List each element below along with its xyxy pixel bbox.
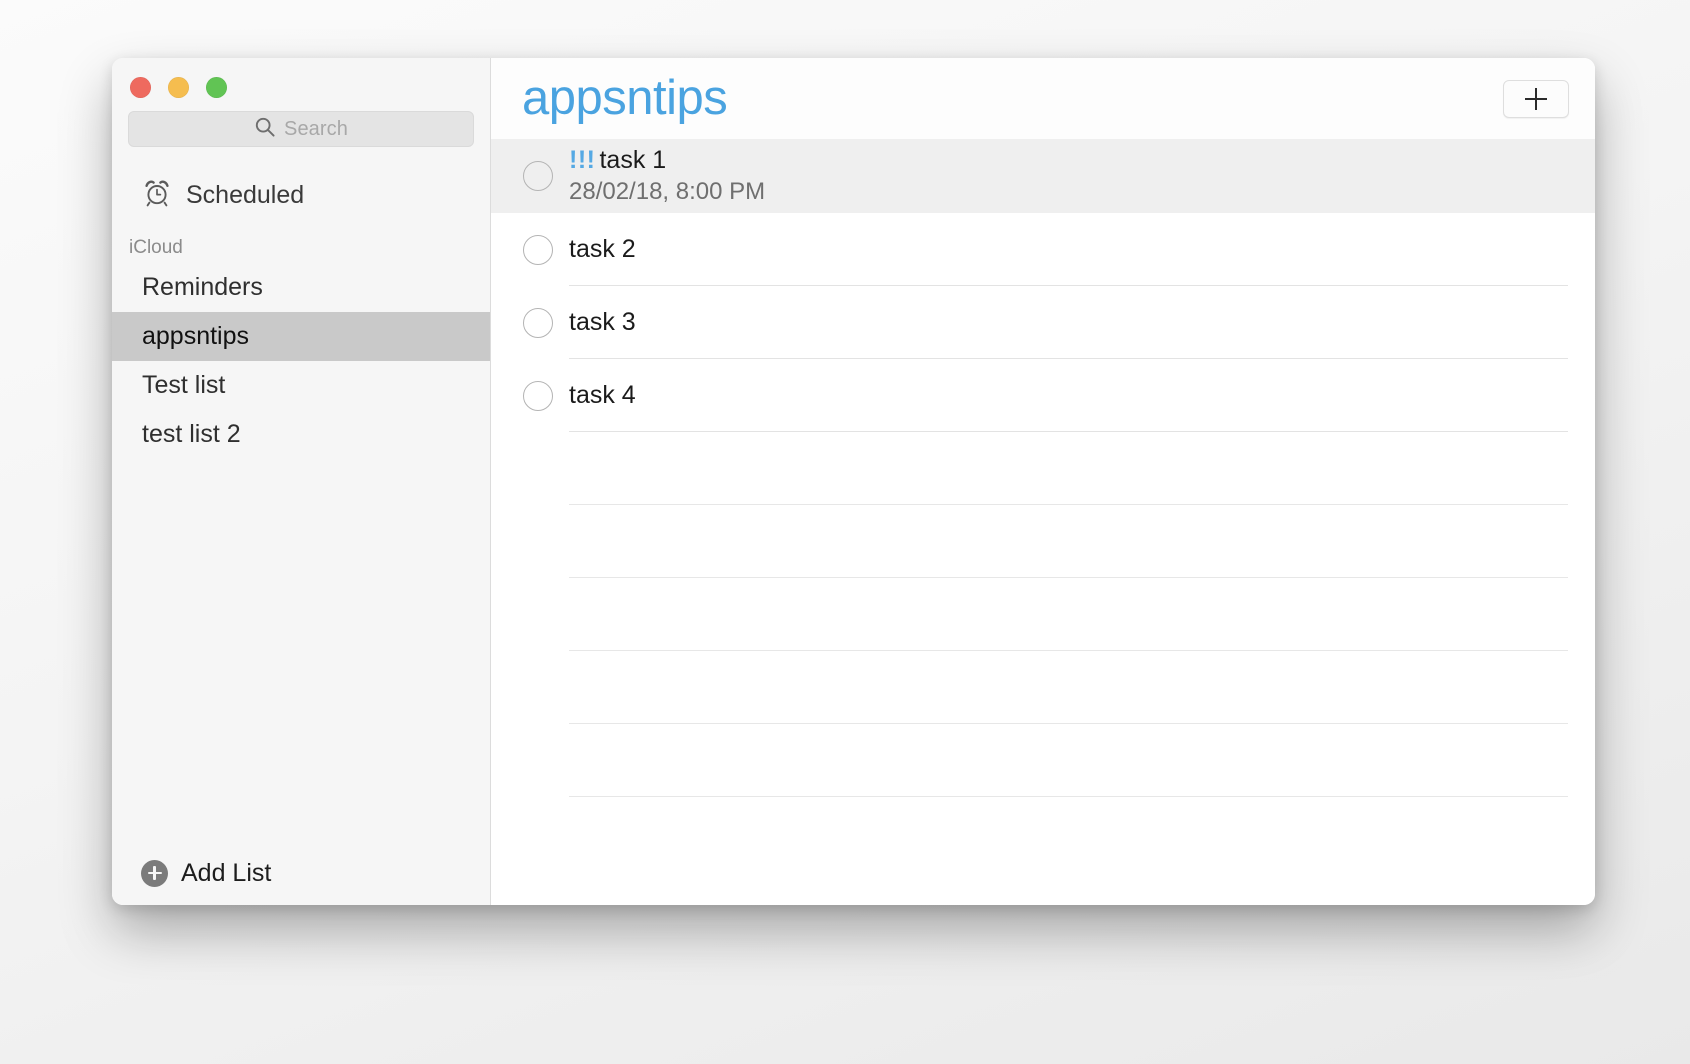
sidebar-item-scheduled[interactable]: Scheduled xyxy=(112,169,490,221)
reminder-title: task 4 xyxy=(569,381,636,410)
sidebar-item-label: Reminders xyxy=(142,273,263,302)
plus-icon xyxy=(1525,88,1547,110)
search-input[interactable]: Search xyxy=(128,111,474,147)
content-header: appsntips xyxy=(491,58,1595,139)
zoom-button[interactable] xyxy=(206,77,227,98)
reminder-checkbox[interactable] xyxy=(523,308,553,338)
reminder-checkbox[interactable] xyxy=(523,381,553,411)
reminder-due-date: 28/02/18, 8:00 PM xyxy=(569,178,765,206)
add-list-button[interactable]: Add List xyxy=(112,841,490,905)
empty-reminder-row[interactable] xyxy=(491,578,1595,651)
reminder-title: task 3 xyxy=(569,308,636,337)
reminder-row[interactable]: !!!task 1 28/02/18, 8:00 PM xyxy=(491,139,1595,213)
empty-reminder-row[interactable] xyxy=(491,724,1595,797)
sidebar-group-header: iCloud xyxy=(112,221,490,263)
reminder-list: !!!task 1 28/02/18, 8:00 PM task 2 task … xyxy=(491,139,1595,905)
sidebar-item-label: Test list xyxy=(142,371,225,400)
reminder-row[interactable]: task 2 xyxy=(491,213,1595,286)
sidebar-item-test-list-2[interactable]: test list 2 xyxy=(112,410,490,459)
reminder-row[interactable]: task 3 xyxy=(491,286,1595,359)
reminder-checkbox[interactable] xyxy=(523,235,553,265)
close-button[interactable] xyxy=(130,77,151,98)
reminder-title-line: !!!task 1 xyxy=(569,146,765,175)
reminder-title: task 2 xyxy=(569,235,636,264)
empty-reminder-row[interactable] xyxy=(491,651,1595,724)
add-reminder-button[interactable] xyxy=(1503,80,1569,118)
priority-badge: !!! xyxy=(569,146,595,174)
minimize-button[interactable] xyxy=(168,77,189,98)
window-controls xyxy=(112,58,490,102)
search-icon xyxy=(254,116,276,143)
empty-reminder-row[interactable] xyxy=(491,432,1595,505)
reminder-texts: !!!task 1 28/02/18, 8:00 PM xyxy=(569,146,765,205)
sidebar: Search Scheduled iCloud xyxy=(112,58,491,905)
sidebar-item-appsntips[interactable]: appsntips xyxy=(112,312,490,361)
sidebar-item-label: Scheduled xyxy=(186,181,304,210)
sidebar-item-label: appsntips xyxy=(142,322,249,351)
empty-reminder-row[interactable] xyxy=(491,505,1595,578)
page-title: appsntips xyxy=(522,74,727,123)
reminders-window: Search Scheduled iCloud xyxy=(112,58,1595,905)
reminder-title: task 1 xyxy=(599,146,666,174)
sidebar-item-label: test list 2 xyxy=(142,420,241,449)
search-container: Search xyxy=(112,102,490,147)
sidebar-list: Scheduled iCloud Reminders appsntips Tes… xyxy=(112,147,490,841)
reminder-row[interactable]: task 4 xyxy=(491,359,1595,432)
sidebar-item-reminders[interactable]: Reminders xyxy=(112,263,490,312)
reminder-checkbox[interactable] xyxy=(523,161,553,191)
search-placeholder: Search xyxy=(284,118,348,141)
alarm-clock-icon xyxy=(142,178,172,213)
add-list-label: Add List xyxy=(181,859,271,888)
sidebar-item-test-list[interactable]: Test list xyxy=(112,361,490,410)
plus-circle-icon xyxy=(141,860,168,887)
content-pane: appsntips !!!task 1 28/02/18, 8:00 PM ta… xyxy=(491,58,1595,905)
